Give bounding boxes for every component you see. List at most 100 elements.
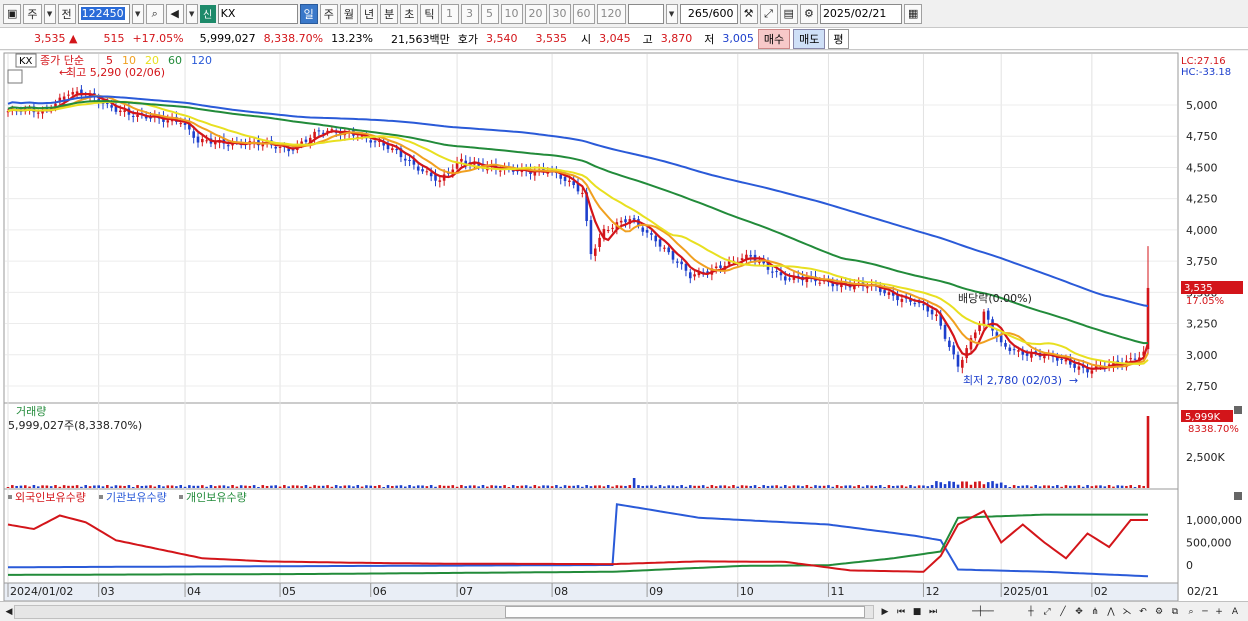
count-input[interactable]: 265/600 bbox=[679, 3, 738, 24]
line-tool-icon[interactable]: ╱ bbox=[1056, 604, 1070, 619]
price-axis-tick: 4,750 bbox=[1186, 130, 1218, 143]
volume-bar bbox=[788, 486, 791, 488]
holding-legend-marker bbox=[99, 495, 103, 499]
volume-bar bbox=[1103, 486, 1107, 488]
x-axis-label: 03 bbox=[101, 585, 115, 598]
volume-bar bbox=[995, 483, 999, 488]
sound-dropdown-icon[interactable]: ▼ bbox=[185, 3, 198, 24]
fib-tool-icon[interactable]: ⋔ bbox=[1088, 604, 1102, 619]
jeon-button[interactable]: 전 bbox=[57, 3, 76, 24]
settings-small-icon[interactable]: ⚙ bbox=[1152, 604, 1166, 619]
volume-bar bbox=[131, 486, 135, 488]
interval-120[interactable]: 120 bbox=[596, 3, 626, 24]
pan-icon[interactable]: ✥ bbox=[1072, 604, 1086, 619]
volume-bar bbox=[1012, 485, 1016, 488]
sell-button[interactable]: 매도 bbox=[793, 28, 826, 49]
price-axis-tick: 3,750 bbox=[1186, 255, 1218, 268]
stock-chart[interactable]: 5,0004,7504,5004,2504,0003,7503,5003,250… bbox=[0, 51, 1248, 602]
scrollbar-thumb[interactable] bbox=[505, 606, 865, 618]
candle-body bbox=[930, 309, 934, 315]
period-tab-minute[interactable]: 분 bbox=[380, 3, 399, 24]
price-change-pct: +17.05% bbox=[132, 32, 184, 45]
chart-area[interactable]: 5,0004,7504,5004,2504,0003,7503,5003,250… bbox=[0, 51, 1248, 602]
volume-bar bbox=[192, 485, 195, 488]
holding-panel-close-icon[interactable] bbox=[1234, 492, 1242, 500]
volume-bar bbox=[1112, 486, 1115, 488]
chevron-down-icon[interactable]: ▼ bbox=[43, 3, 56, 24]
interval-dropdown-icon[interactable]: ▼ bbox=[665, 3, 678, 24]
calendar-icon[interactable]: ▦ bbox=[903, 3, 923, 24]
period-tab-second[interactable]: 초 bbox=[400, 3, 419, 24]
interval-5[interactable]: 5 bbox=[480, 3, 499, 24]
volume-bar bbox=[127, 485, 131, 488]
scroll-end-icon[interactable]: ⏭ bbox=[926, 604, 940, 619]
volume-panel-close-icon[interactable] bbox=[1234, 406, 1242, 414]
horizontal-scrollbar[interactable] bbox=[14, 605, 874, 619]
candle-body bbox=[900, 299, 904, 302]
price-axis-tick: 3,000 bbox=[1186, 349, 1218, 362]
save-icon[interactable]: ▤ bbox=[779, 3, 798, 24]
open-label: 시 bbox=[581, 32, 592, 46]
search-icon[interactable]: ⌕ bbox=[145, 3, 164, 24]
period-tab-tick[interactable]: 틱 bbox=[420, 3, 439, 24]
sound-icon[interactable]: ◀ bbox=[165, 3, 184, 24]
trend-tool-icon[interactable]: ⋀ bbox=[1104, 604, 1118, 619]
period-ju-select[interactable]: 주 bbox=[23, 3, 42, 24]
stock-code-dropdown-icon[interactable]: ▼ bbox=[131, 3, 144, 24]
average-button[interactable]: 평 bbox=[828, 28, 849, 49]
volume-bar bbox=[213, 486, 217, 488]
scroll-start-icon[interactable]: ⏮ bbox=[894, 604, 908, 619]
period-tab-month[interactable]: 월 bbox=[339, 3, 359, 24]
volume-bar bbox=[365, 485, 368, 488]
undo-icon[interactable]: ↶ bbox=[1136, 604, 1150, 619]
volume-bar bbox=[339, 486, 342, 488]
window-menu-icon[interactable]: ▣ bbox=[3, 3, 22, 24]
bid-price: 3,535 bbox=[535, 32, 568, 45]
zoom-out-icon[interactable]: + bbox=[1212, 604, 1226, 619]
hc-label: HC:-33.18 bbox=[1181, 67, 1231, 78]
volume-bar bbox=[468, 485, 472, 488]
scroll-right-icon[interactable]: ▶ bbox=[878, 604, 892, 619]
volume-bar bbox=[922, 485, 925, 488]
table-view-icon[interactable] bbox=[7, 69, 23, 84]
zoom-slider[interactable]: ─┼── bbox=[948, 604, 1018, 619]
high-label: 고 bbox=[642, 32, 653, 46]
stock-code-input[interactable]: 122450 bbox=[77, 3, 130, 24]
gear-icon[interactable]: ⚙ bbox=[799, 3, 818, 24]
buy-button[interactable]: 매수 bbox=[757, 28, 791, 49]
chart-resize-icon[interactable]: ⤢ bbox=[759, 3, 778, 24]
period-tab-week[interactable]: 주 bbox=[319, 3, 338, 24]
current-pct-tag: 17.05% bbox=[1186, 296, 1224, 307]
volume-bar bbox=[676, 486, 679, 488]
font-size-icon[interactable]: A bbox=[1228, 604, 1242, 619]
volume-bar bbox=[1090, 486, 1094, 488]
drag-icon[interactable]: ⤢ bbox=[1040, 604, 1054, 619]
link-icon[interactable]: ⧉ bbox=[1168, 604, 1182, 619]
interval-10[interactable]: 10 bbox=[500, 3, 523, 24]
crosshair-icon[interactable]: ┼ bbox=[1024, 604, 1038, 619]
interval-20[interactable]: 20 bbox=[524, 3, 547, 24]
zoom-in-icon[interactable]: ─ bbox=[1198, 604, 1212, 619]
interval-3[interactable]: 3 bbox=[460, 3, 479, 24]
tools-icon[interactable]: ⚒ bbox=[739, 3, 758, 24]
volume-bar bbox=[663, 486, 666, 488]
period-tab-year[interactable]: 년 bbox=[360, 3, 379, 24]
volume-bar bbox=[166, 485, 170, 488]
volume-bar bbox=[1051, 486, 1055, 488]
interval-1[interactable]: 1 bbox=[440, 3, 459, 24]
volume-bar bbox=[360, 486, 364, 488]
volume-bar bbox=[827, 485, 830, 488]
volume-bar bbox=[516, 485, 519, 488]
volume-bar bbox=[88, 486, 92, 488]
interval-60[interactable]: 60 bbox=[572, 3, 595, 24]
interval-custom-input[interactable] bbox=[627, 3, 664, 24]
magnify-icon[interactable]: ⌕ bbox=[1184, 604, 1198, 619]
date-input[interactable]: 2025/02/21 bbox=[819, 3, 902, 24]
period-tab-day[interactable]: 일 bbox=[299, 3, 318, 24]
volume-bar bbox=[598, 485, 601, 488]
candle-body bbox=[956, 354, 960, 367]
channel-tool-icon[interactable]: ⋋ bbox=[1120, 604, 1134, 619]
stop-icon[interactable]: ■ bbox=[910, 604, 924, 619]
candle-body bbox=[416, 166, 420, 171]
interval-30[interactable]: 30 bbox=[548, 3, 571, 24]
